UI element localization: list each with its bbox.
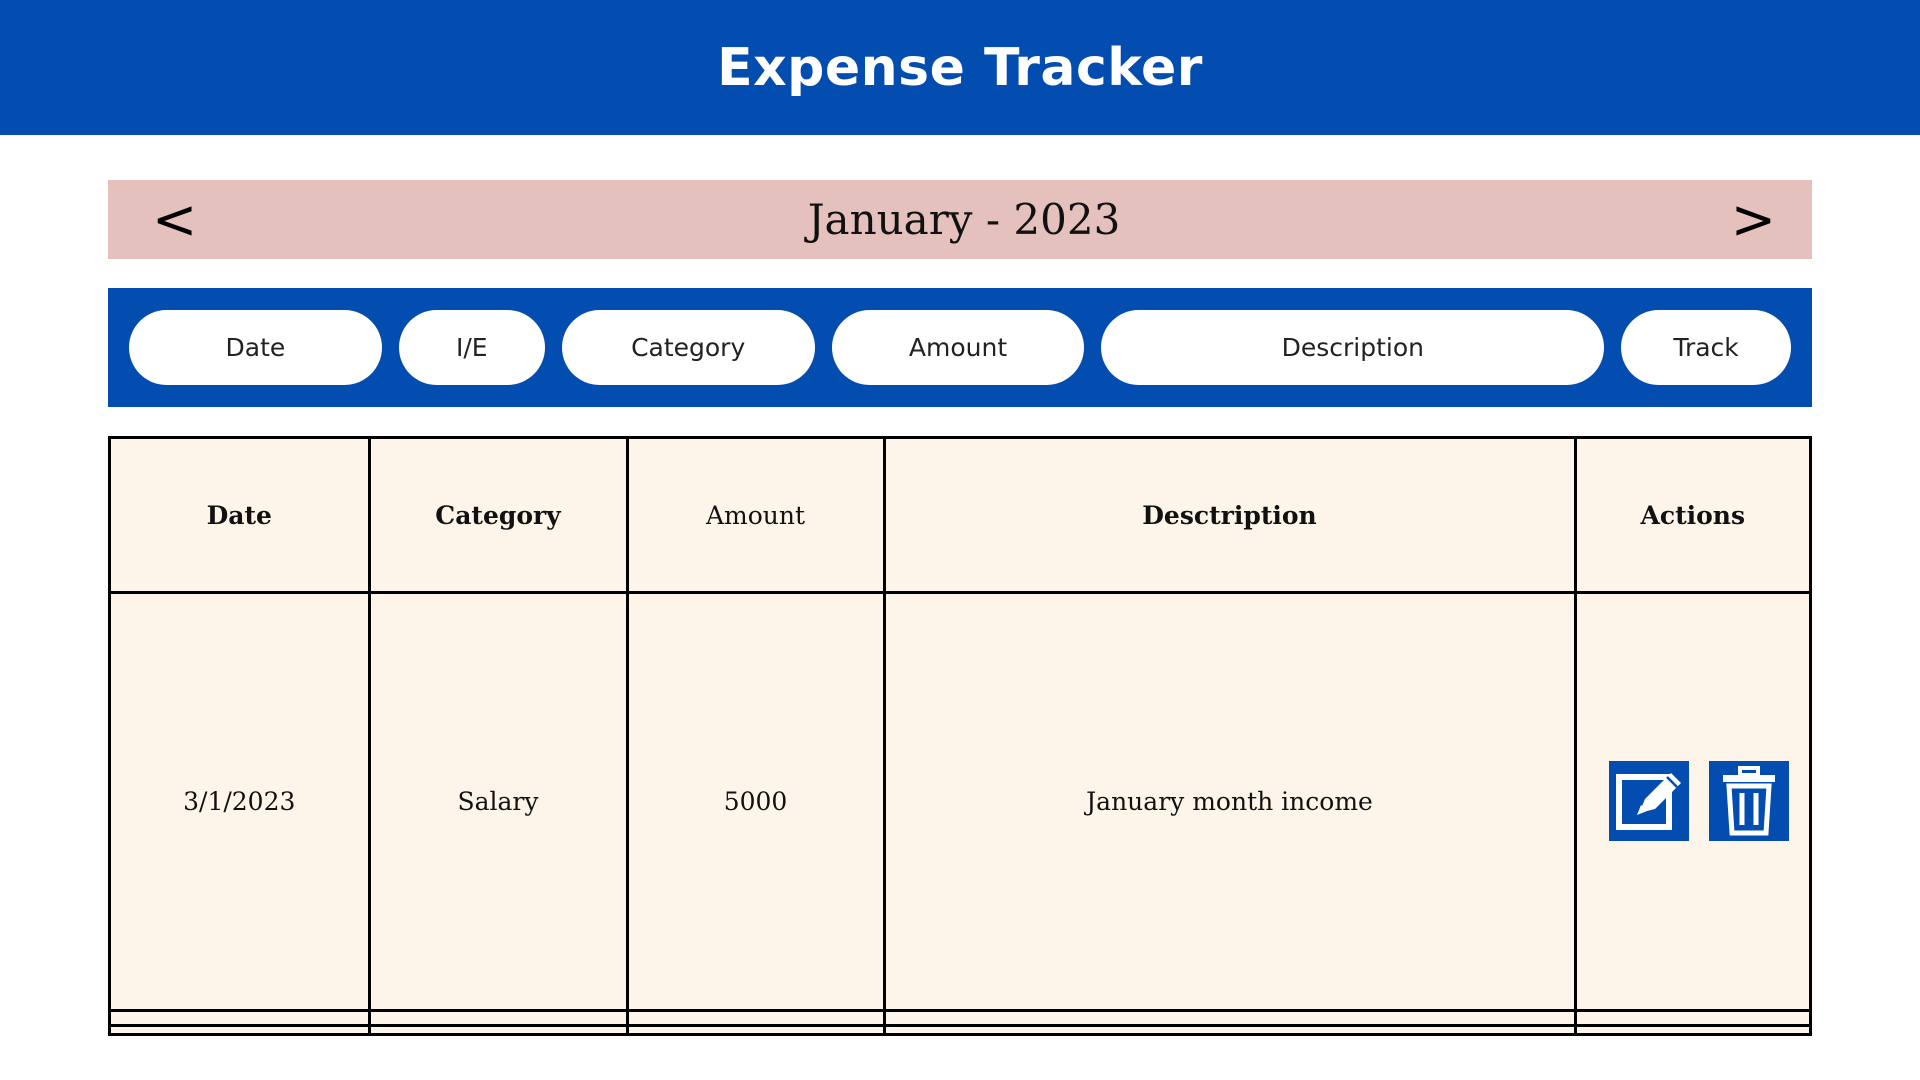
entry-input-bar: Date I/E Category Amount Description Tra…	[108, 288, 1812, 407]
cell-amount	[625, 1024, 886, 1033]
app-header: Expense Tracker	[0, 0, 1920, 135]
column-header-date: Date	[111, 439, 371, 595]
column-header-actions: Actions	[1573, 439, 1809, 595]
cell-category: Salary	[367, 591, 629, 1012]
column-header-amount: Amount	[625, 439, 886, 595]
description-input[interactable]: Description	[1101, 310, 1605, 385]
edit-icon[interactable]	[1608, 761, 1689, 842]
cell-category	[367, 1008, 629, 1027]
cell-actions	[1573, 1024, 1809, 1033]
cell-date	[111, 1008, 371, 1027]
track-button[interactable]: Track	[1621, 310, 1792, 385]
cell-description: January month income	[882, 591, 1577, 1012]
next-month-button[interactable]: >	[1731, 192, 1776, 247]
cell-date	[111, 1024, 371, 1033]
cell-actions	[1573, 1008, 1809, 1027]
trash-icon[interactable]	[1708, 761, 1789, 842]
month-navigation: < January - 2023 >	[108, 180, 1812, 259]
table-row	[111, 1024, 1809, 1033]
cell-amount: 5000	[625, 591, 886, 1012]
table-header-row: Date Category Amount Desctription Action…	[111, 439, 1809, 595]
date-input[interactable]: Date	[129, 310, 382, 385]
cell-category	[367, 1024, 629, 1033]
expense-table: Date Category Amount Desctription Action…	[108, 436, 1812, 1036]
cell-description	[882, 1024, 1577, 1033]
income-expense-select[interactable]: I/E	[398, 310, 545, 385]
prev-month-button[interactable]: <	[152, 192, 197, 247]
page-title: Expense Tracker	[717, 37, 1203, 98]
cell-date: 3/1/2023	[111, 591, 371, 1012]
column-header-category: Category	[367, 439, 629, 595]
cell-actions	[1573, 591, 1809, 1012]
cell-amount	[625, 1008, 886, 1027]
cell-description	[882, 1008, 1577, 1027]
current-month-label: January - 2023	[807, 195, 1121, 244]
table-row	[111, 1008, 1809, 1027]
table-row: 3/1/2023 Salary 5000 January month incom…	[111, 591, 1809, 1012]
column-header-description: Desctription	[882, 439, 1577, 595]
category-input[interactable]: Category	[561, 310, 815, 385]
amount-input[interactable]: Amount	[831, 310, 1085, 385]
